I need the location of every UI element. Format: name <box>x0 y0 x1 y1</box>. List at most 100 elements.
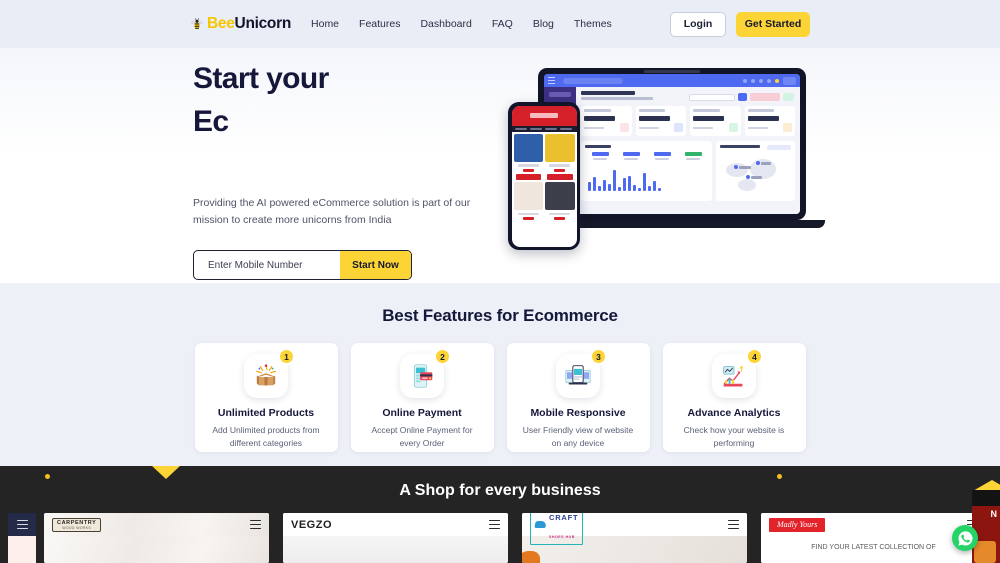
hero-title-line2: Ec <box>193 104 229 138</box>
shop-header: CRAFT SHOES HUB <box>522 513 747 545</box>
shop-logo: VEGZO <box>291 519 332 531</box>
dashboard-stat-cards <box>581 106 795 136</box>
nav-item-features[interactable]: Features <box>359 18 400 30</box>
laptop-notch <box>644 70 700 73</box>
dashboard-lower <box>581 141 795 201</box>
mobile-number-input[interactable] <box>194 251 340 280</box>
feature-icon-wrap: 2 <box>400 348 451 398</box>
shop-logo-name: VEGZO <box>291 518 333 531</box>
shop-thumbnails: CARPENTRY WOOD WORKS VEGZO CRAFT SHOES H… <box>0 513 1000 563</box>
feature-desc: User Friendly view of website on any dev… <box>522 425 634 448</box>
shop-edge-right-letter: N <box>990 509 998 519</box>
phone-screen <box>511 105 577 247</box>
dashboard-map-card <box>716 141 795 201</box>
hamburger-menu-icon[interactable] <box>16 519 28 530</box>
hamburger-menu-icon[interactable] <box>250 519 261 530</box>
start-now-button[interactable]: Start Now <box>340 251 411 280</box>
feature-card-advance-analytics[interactable]: 4 Advance Analytics Check how your websi… <box>662 343 806 452</box>
nav-item-dashboard[interactable]: Dashboard <box>420 18 471 30</box>
signup-form: Start Now <box>193 250 412 281</box>
shops-title: A Shop for every business <box>399 482 601 499</box>
shop-header: CARPENTRY WOOD WORKS <box>44 513 269 536</box>
hero-title-line1: Start your <box>193 62 329 95</box>
hero-content: Start your Ec Providing the AI powered e… <box>193 58 493 281</box>
feature-icon-wrap: 4 <box>712 348 763 398</box>
nav-item-home[interactable]: Home <box>311 18 339 30</box>
shop-body-decor <box>522 551 540 563</box>
whatsapp-icon <box>957 530 973 546</box>
header-inner: BeeUnicorn Home Features Dashboard FAQ B… <box>190 11 810 37</box>
shop-logo: Madly Yours <box>769 517 826 532</box>
features-title: Best Features for Ecommerce <box>382 306 618 325</box>
feature-card-mobile-responsive[interactable]: 3 Mobile Responsive User Friendly view o… <box>506 343 650 452</box>
phone-product <box>545 182 575 220</box>
dashboard-main <box>576 87 800 214</box>
feature-card-unlimited-products[interactable]: 1 Unlimited Products Add Unlimited produ… <box>194 343 338 452</box>
feature-cards: 1 Unlimited Products Add Unlimited produ… <box>0 343 1000 452</box>
hamburger-menu-icon[interactable] <box>489 519 500 530</box>
laptop-screen <box>544 74 800 214</box>
hero-illustration <box>508 68 825 268</box>
logo-text-unicorn: Unicorn <box>234 15 292 32</box>
shop-edge-body <box>8 536 36 563</box>
dashboard-search <box>563 77 623 84</box>
dashboard-topbar <box>544 74 800 87</box>
shop-body <box>44 536 269 563</box>
nav-item-blog[interactable]: Blog <box>533 18 554 30</box>
phone-product <box>545 133 575 180</box>
site-header: BeeUnicorn Home Features Dashboard FAQ B… <box>0 0 1000 48</box>
nav-item-themes[interactable]: Themes <box>574 18 612 30</box>
feature-icon-wrap: 1 <box>244 348 295 398</box>
shop-logo-name: CRAFT <box>549 513 579 522</box>
bee-icon <box>190 17 204 31</box>
shop-card-carpentry[interactable]: CARPENTRY WOOD WORKS <box>44 513 269 563</box>
feature-desc: Add Unlimited products from different ca… <box>212 425 320 448</box>
shop-card-edge[interactable] <box>8 513 36 563</box>
dashboard-topbar-icons <box>743 76 796 85</box>
nav-item-faq[interactable]: FAQ <box>492 18 513 30</box>
shop-edge-header <box>8 513 36 536</box>
shop-card-edge-right[interactable]: N <box>972 490 1000 563</box>
feature-desc: Check how your website is performing <box>683 425 785 448</box>
shoe-icon <box>534 521 547 528</box>
dashboard-body <box>544 87 800 214</box>
shop-body <box>283 536 508 563</box>
header-actions: Login Get Started <box>670 11 810 37</box>
shop-logo: CARPENTRY WOOD WORKS <box>52 517 102 532</box>
login-button[interactable]: Login <box>670 11 726 37</box>
shop-card-craft-shoes-hub[interactable]: CRAFT SHOES HUB <box>522 513 747 563</box>
main-nav: Home Features Dashboard FAQ Blog Themes <box>311 18 612 30</box>
phone-product <box>513 133 543 180</box>
site-logo[interactable]: BeeUnicorn <box>190 15 291 33</box>
phone-product-grid <box>512 132 577 223</box>
shop-logo-tagline: SHOES HUB <box>549 534 575 539</box>
shop-logo: CRAFT SHOES HUB <box>530 513 584 545</box>
hero-title: Start your Ec <box>193 58 493 143</box>
feature-badge: 1 <box>278 348 295 365</box>
hero-subtitle: Providing the AI powered eCommerce solut… <box>193 197 471 227</box>
phone-frame <box>508 102 580 250</box>
logo-text-bee: Bee <box>207 15 235 32</box>
logo-text: BeeUnicorn <box>207 15 291 33</box>
whatsapp-float-button[interactable] <box>952 525 978 551</box>
feature-desc: Accept Online Payment for every Order <box>371 425 473 448</box>
feature-title: Online Payment <box>382 407 462 419</box>
shop-logo-tagline: WOOD WORKS <box>62 525 92 530</box>
feature-title: Unlimited Products <box>217 407 315 419</box>
dashboard-bar-chart <box>581 141 713 201</box>
hero-section: Start your Ec Providing the AI powered e… <box>0 48 1000 283</box>
shop-header: VEGZO <box>283 513 508 536</box>
features-section: Best Features for Ecommerce 1 Unlimited … <box>0 283 1000 466</box>
feature-badge: 4 <box>746 348 763 365</box>
shop-card-vegzo[interactable]: VEGZO <box>283 513 508 563</box>
get-started-button[interactable]: Get Started <box>736 11 810 37</box>
feature-title: Advance Analytics <box>687 407 781 419</box>
phone-mockup <box>508 102 580 250</box>
landing-page: BeeUnicorn Home Features Dashboard FAQ B… <box>0 0 1000 563</box>
hamburger-menu-icon[interactable] <box>728 519 739 530</box>
feature-card-online-payment[interactable]: 2 Online Payment Accept Online Payment f… <box>350 343 494 452</box>
phone-shop-header <box>511 105 577 126</box>
feature-badge: 3 <box>590 348 607 365</box>
shop-edge-right-decor <box>974 541 996 563</box>
phone-product <box>513 182 543 220</box>
